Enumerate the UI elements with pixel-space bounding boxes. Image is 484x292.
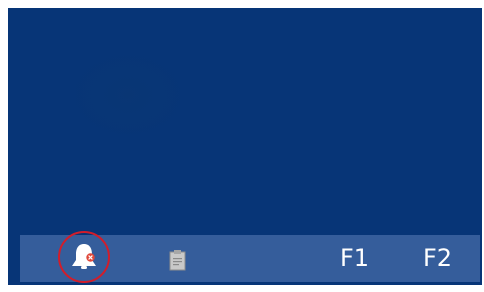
alarm-button[interactable]	[58, 231, 110, 283]
clipboard-icon	[169, 250, 185, 271]
f1-button[interactable]: F1	[340, 243, 369, 273]
taskbar: F1 F2	[20, 231, 480, 283]
alarm-off-badge	[86, 253, 95, 262]
memo-button[interactable]	[166, 247, 188, 273]
f2-button[interactable]: F2	[423, 243, 452, 273]
bell-muted-icon	[72, 244, 96, 269]
background-shading	[68, 50, 188, 140]
display-screen: F1 F2	[8, 8, 482, 285]
